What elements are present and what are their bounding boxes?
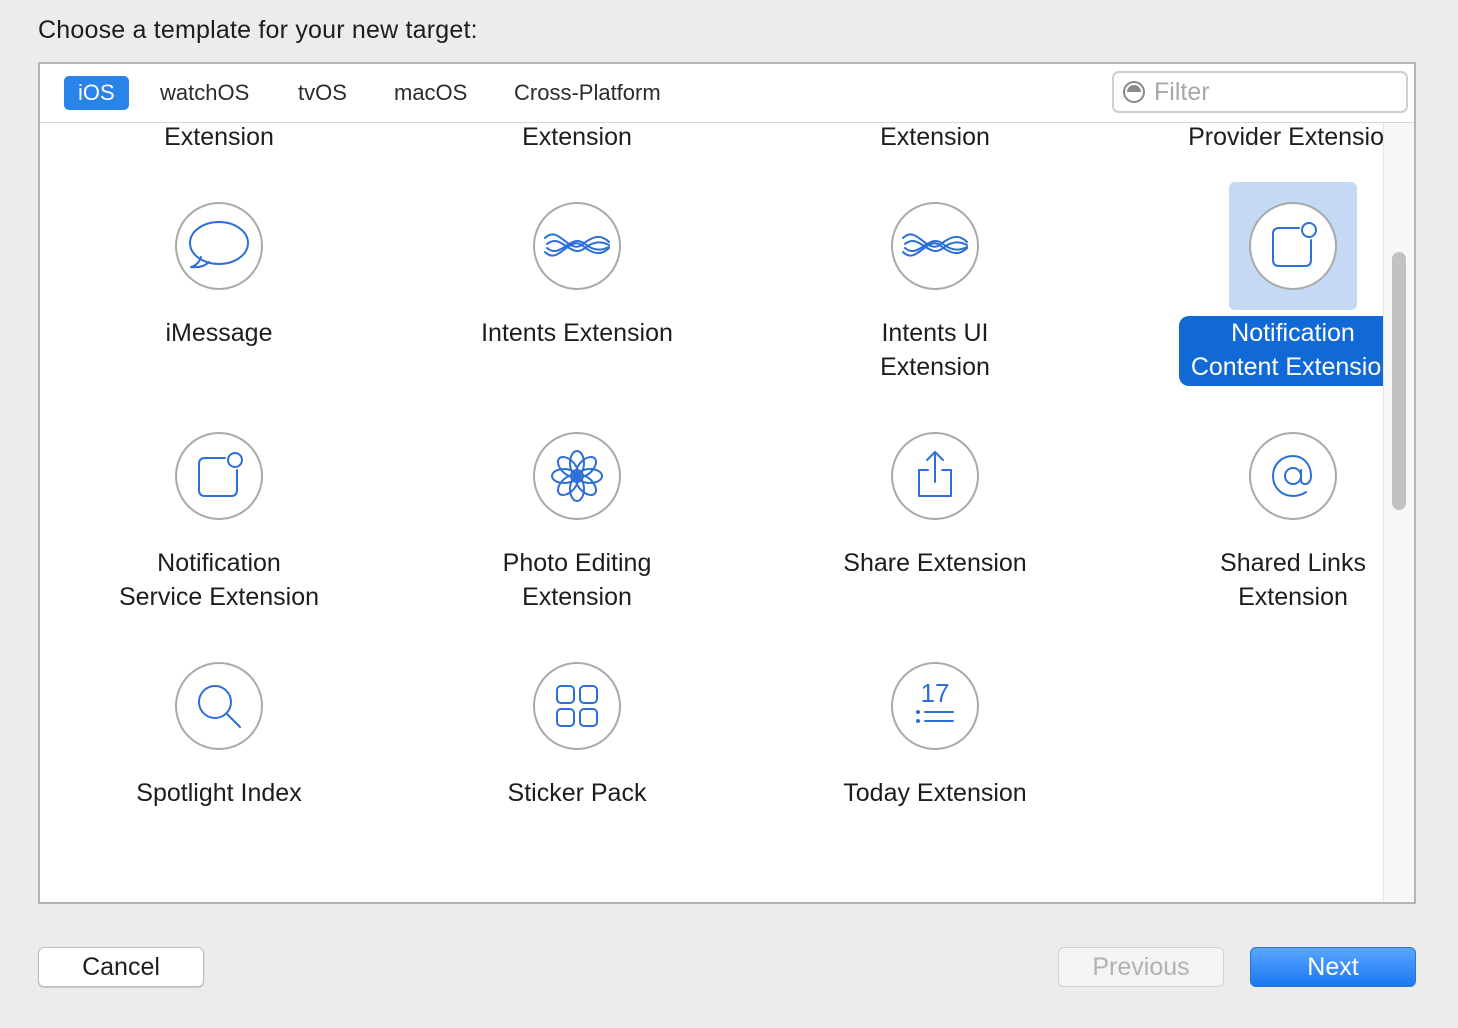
filter-field[interactable] bbox=[1112, 71, 1408, 113]
share-icon bbox=[891, 432, 979, 520]
template-icon-wrap bbox=[1229, 412, 1357, 540]
template-tile[interactable]: Photo Editing Extension bbox=[398, 412, 756, 642]
template-icon-wrap bbox=[871, 412, 999, 540]
template-tile[interactable]: Spotlight Index bbox=[40, 642, 398, 872]
next-button[interactable]: Next bbox=[1250, 947, 1416, 987]
tab-tvos[interactable]: tvOS bbox=[284, 76, 361, 110]
template-tile[interactable]: Notification Service Extension bbox=[40, 412, 398, 642]
template-tile[interactable]: Sticker Pack bbox=[398, 642, 756, 872]
template-label: Notification Service Extension bbox=[118, 549, 320, 611]
template-label: Call Directory Extension bbox=[164, 123, 274, 151]
vertical-scrollbar[interactable] bbox=[1383, 122, 1414, 902]
intents-wave-icon bbox=[891, 202, 979, 290]
template-grid: Call Directory Extension Content Blocker … bbox=[40, 122, 1414, 902]
template-label: Spotlight Index bbox=[136, 779, 302, 807]
template-label: Today Extension bbox=[843, 779, 1027, 807]
template-tile[interactable]: iMessage bbox=[40, 182, 398, 412]
notification-badge-icon bbox=[1249, 202, 1337, 290]
template-icon-wrap: 17 bbox=[871, 642, 999, 770]
template-tile[interactable]: Shared Links Extension bbox=[1114, 412, 1414, 642]
template-label: Share Extension bbox=[843, 549, 1027, 577]
template-tile[interactable]: Notification Content Extension bbox=[1114, 182, 1414, 412]
intents-wave-icon bbox=[533, 202, 621, 290]
template-icon-wrap bbox=[155, 182, 283, 310]
at-sign-icon bbox=[1249, 432, 1337, 520]
speech-bubble-icon bbox=[175, 202, 263, 290]
template-label: Document Provider Extension bbox=[1188, 123, 1398, 151]
filter-icon bbox=[1123, 81, 1145, 103]
previous-button[interactable]: Previous bbox=[1058, 947, 1224, 987]
template-icon-wrap bbox=[1229, 182, 1357, 310]
template-icon-wrap bbox=[871, 182, 999, 310]
tab-macos[interactable]: macOS bbox=[380, 76, 481, 110]
grid-squares-icon bbox=[533, 662, 621, 750]
template-tile[interactable]: Content Blocker Extension bbox=[398, 122, 756, 182]
template-icon-wrap bbox=[513, 182, 641, 310]
template-label: Content Blocker Extension bbox=[522, 123, 632, 151]
platform-tab-bar: iOS watchOS tvOS macOS Cross-Platform bbox=[40, 64, 1414, 123]
flower-icon bbox=[533, 432, 621, 520]
template-tile[interactable]: Intents UI Extension bbox=[756, 182, 1114, 412]
scrollbar-thumb[interactable] bbox=[1392, 252, 1406, 510]
tab-watchos[interactable]: watchOS bbox=[146, 76, 263, 110]
tab-ios[interactable]: iOS bbox=[64, 76, 129, 110]
calendar-list-icon: 17 bbox=[891, 662, 979, 750]
template-tile[interactable]: Share Extension bbox=[756, 412, 1114, 642]
template-tile[interactable]: Custom Keyboard Extension bbox=[756, 122, 1114, 182]
template-tile[interactable]: Intents Extension bbox=[398, 182, 756, 412]
template-icon-wrap bbox=[513, 642, 641, 770]
template-label: Intents Extension bbox=[481, 319, 673, 347]
cancel-button[interactable]: Cancel bbox=[38, 947, 204, 987]
notification-badge-icon bbox=[175, 432, 263, 520]
tab-cross-platform[interactable]: Cross-Platform bbox=[500, 76, 675, 110]
template-icon-wrap bbox=[155, 642, 283, 770]
template-label: Intents UI Extension bbox=[880, 319, 990, 381]
template-icon-wrap bbox=[155, 412, 283, 540]
template-tile[interactable]: 17 Today Extension bbox=[756, 642, 1114, 872]
template-label: Shared Links Extension bbox=[1220, 549, 1366, 611]
template-chooser-panel: iOS watchOS tvOS macOS Cross-Platform Ca… bbox=[38, 62, 1416, 904]
template-label: Custom Keyboard Extension bbox=[880, 123, 990, 151]
template-label: Sticker Pack bbox=[507, 779, 647, 807]
template-tile[interactable]: Call Directory Extension bbox=[40, 122, 398, 182]
magnifier-icon bbox=[175, 662, 263, 750]
today-icon-date: 17 bbox=[921, 678, 950, 708]
page-heading: Choose a template for your new target: bbox=[38, 16, 478, 44]
template-label: Photo Editing Extension bbox=[502, 549, 652, 611]
filter-input[interactable] bbox=[1154, 76, 1394, 108]
template-label: Notification Content Extension bbox=[1178, 316, 1408, 386]
template-label: iMessage bbox=[165, 319, 273, 347]
template-icon-wrap bbox=[513, 412, 641, 540]
template-tile[interactable]: Document Provider Extension bbox=[1114, 122, 1414, 182]
